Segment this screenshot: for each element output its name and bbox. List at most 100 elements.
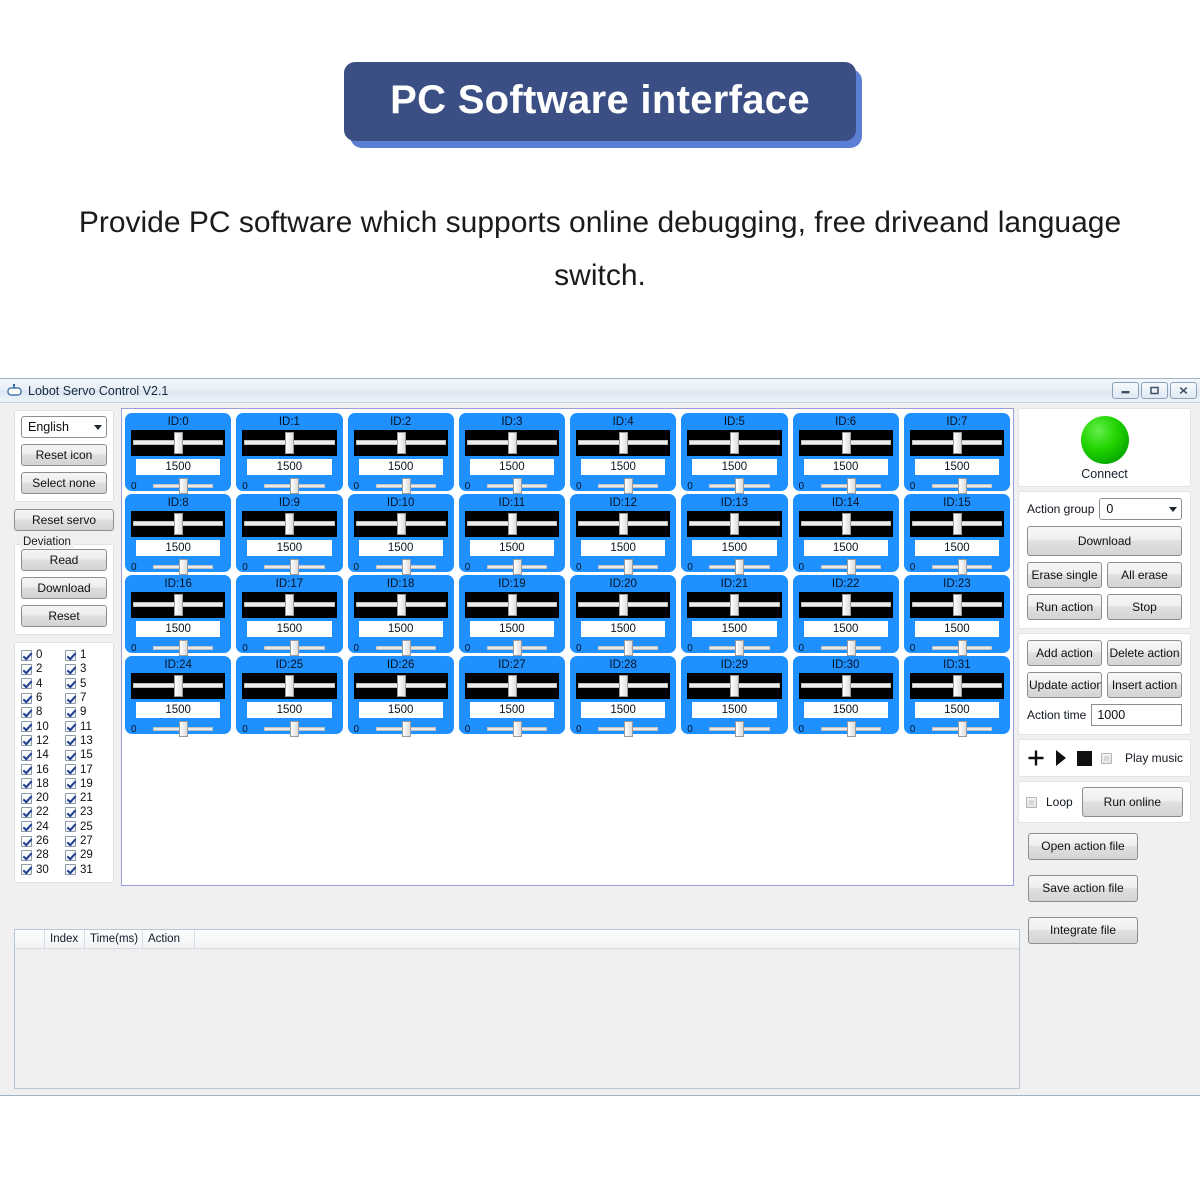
servo-card[interactable]: ID:26 1500 0 [347, 656, 454, 737]
servo-deviation-slider[interactable] [813, 478, 889, 494]
servo-value-input[interactable]: 1500 [803, 459, 888, 475]
servo-card[interactable]: ID:23 1500 0 [903, 575, 1010, 656]
servo-check-row[interactable]: 30 [21, 862, 65, 876]
column-header[interactable]: Time(ms) [85, 930, 143, 948]
slider-thumb[interactable] [846, 721, 856, 737]
servo-deviation-slider[interactable] [479, 640, 555, 656]
servo-value-input[interactable]: 1500 [358, 702, 443, 718]
servo-value-input[interactable]: 1500 [469, 621, 554, 637]
servo-check-row[interactable]: 20 [21, 791, 65, 805]
slider-thumb[interactable] [512, 559, 522, 575]
servo-checkbox[interactable] [65, 764, 76, 776]
action-time-input[interactable]: 1000 [1091, 704, 1182, 726]
run-online-button[interactable]: Run online [1081, 787, 1183, 817]
servo-deviation-slider[interactable] [590, 721, 666, 737]
slider-thumb[interactable] [846, 559, 856, 575]
servo-check-row[interactable]: 27 [65, 834, 109, 848]
servo-value-input[interactable]: 1500 [247, 459, 332, 475]
servo-check-row[interactable]: 8 [21, 705, 65, 719]
slider-thumb[interactable] [619, 513, 629, 535]
servo-position-slider[interactable] [798, 673, 893, 699]
servo-checkbox[interactable] [65, 792, 76, 804]
servo-value-input[interactable]: 1500 [692, 459, 777, 475]
servo-card[interactable]: ID:8 1500 0 [125, 494, 232, 575]
open-action-file-button[interactable]: Open action file [1028, 833, 1138, 860]
servo-value-input[interactable]: 1500 [136, 540, 221, 556]
servo-deviation-slider[interactable] [590, 640, 666, 656]
servo-checkbox[interactable] [65, 821, 76, 833]
servo-value-input[interactable]: 1500 [469, 459, 554, 475]
servo-position-slider[interactable] [687, 430, 782, 456]
servo-checkbox[interactable] [65, 706, 76, 718]
servo-deviation-slider[interactable] [701, 559, 777, 575]
servo-value-input[interactable]: 1500 [247, 540, 332, 556]
servo-value-input[interactable]: 1500 [247, 702, 332, 718]
slider-thumb[interactable] [174, 675, 184, 697]
slider-thumb[interactable] [179, 640, 189, 656]
servo-position-slider[interactable] [687, 592, 782, 618]
insert-action-button[interactable]: Insert action [1107, 672, 1182, 698]
servo-card[interactable]: ID:15 1500 0 [903, 494, 1010, 575]
slider-thumb[interactable] [179, 559, 189, 575]
servo-check-row[interactable]: 29 [65, 848, 109, 862]
servo-checkbox[interactable] [65, 864, 76, 876]
servo-card[interactable]: ID:16 1500 0 [125, 575, 232, 656]
servo-value-input[interactable]: 1500 [469, 702, 554, 718]
slider-thumb[interactable] [841, 513, 851, 535]
servo-deviation-slider[interactable] [256, 478, 332, 494]
servo-check-row[interactable]: 19 [65, 777, 109, 791]
slider-thumb[interactable] [396, 432, 406, 454]
servo-check-row[interactable]: 3 [65, 662, 109, 676]
servo-check-row[interactable]: 11 [65, 719, 109, 733]
servo-checkbox[interactable] [65, 678, 76, 690]
servo-deviation-slider[interactable] [701, 721, 777, 737]
servo-value-input[interactable]: 1500 [581, 540, 666, 556]
slider-thumb[interactable] [401, 478, 411, 494]
deviation-read-button[interactable]: Read [21, 549, 107, 571]
slider-thumb[interactable] [730, 432, 740, 454]
servo-value-input[interactable]: 1500 [136, 621, 221, 637]
all-erase-button[interactable]: All erase [1107, 562, 1182, 588]
servo-position-slider[interactable] [909, 592, 1004, 618]
column-header[interactable]: Index [45, 930, 85, 948]
servo-check-row[interactable]: 17 [65, 762, 109, 776]
slider-thumb[interactable] [624, 478, 634, 494]
servo-card[interactable]: ID:21 1500 0 [681, 575, 788, 656]
servo-checkbox[interactable] [21, 706, 32, 718]
servo-check-row[interactable]: 7 [65, 691, 109, 705]
servo-check-row[interactable]: 18 [21, 777, 65, 791]
slider-thumb[interactable] [512, 640, 522, 656]
slider-thumb[interactable] [285, 513, 295, 535]
servo-checkbox[interactable] [21, 735, 32, 747]
servo-check-row[interactable]: 4 [21, 677, 65, 691]
slider-thumb[interactable] [512, 478, 522, 494]
slider-thumb[interactable] [401, 721, 411, 737]
servo-card[interactable]: ID:13 1500 0 [681, 494, 788, 575]
servo-position-slider[interactable] [353, 511, 448, 537]
reset-servo-button[interactable]: Reset servo [14, 509, 114, 531]
servo-position-slider[interactable] [909, 430, 1004, 456]
slider-thumb[interactable] [507, 675, 517, 697]
run-action-button[interactable]: Run action [1027, 594, 1102, 620]
servo-deviation-slider[interactable] [924, 478, 1000, 494]
slider-thumb[interactable] [396, 594, 406, 616]
servo-deviation-slider[interactable] [590, 559, 666, 575]
servo-check-row[interactable]: 31 [65, 862, 109, 876]
servo-deviation-slider[interactable] [368, 478, 444, 494]
servo-position-slider[interactable] [798, 430, 893, 456]
slider-thumb[interactable] [624, 721, 634, 737]
servo-deviation-slider[interactable] [479, 559, 555, 575]
servo-card[interactable]: ID:18 1500 0 [347, 575, 454, 656]
servo-card[interactable]: ID:12 1500 0 [570, 494, 677, 575]
servo-value-input[interactable]: 1500 [914, 702, 999, 718]
servo-card[interactable]: ID:17 1500 0 [236, 575, 343, 656]
loop-checkbox[interactable] [1026, 796, 1037, 808]
slider-thumb[interactable] [735, 478, 745, 494]
servo-checkbox[interactable] [21, 821, 32, 833]
servo-position-slider[interactable] [131, 511, 226, 537]
servo-value-input[interactable]: 1500 [692, 621, 777, 637]
servo-checkbox[interactable] [21, 663, 32, 675]
slider-thumb[interactable] [952, 675, 962, 697]
slider-thumb[interactable] [841, 594, 851, 616]
slider-thumb[interactable] [507, 513, 517, 535]
